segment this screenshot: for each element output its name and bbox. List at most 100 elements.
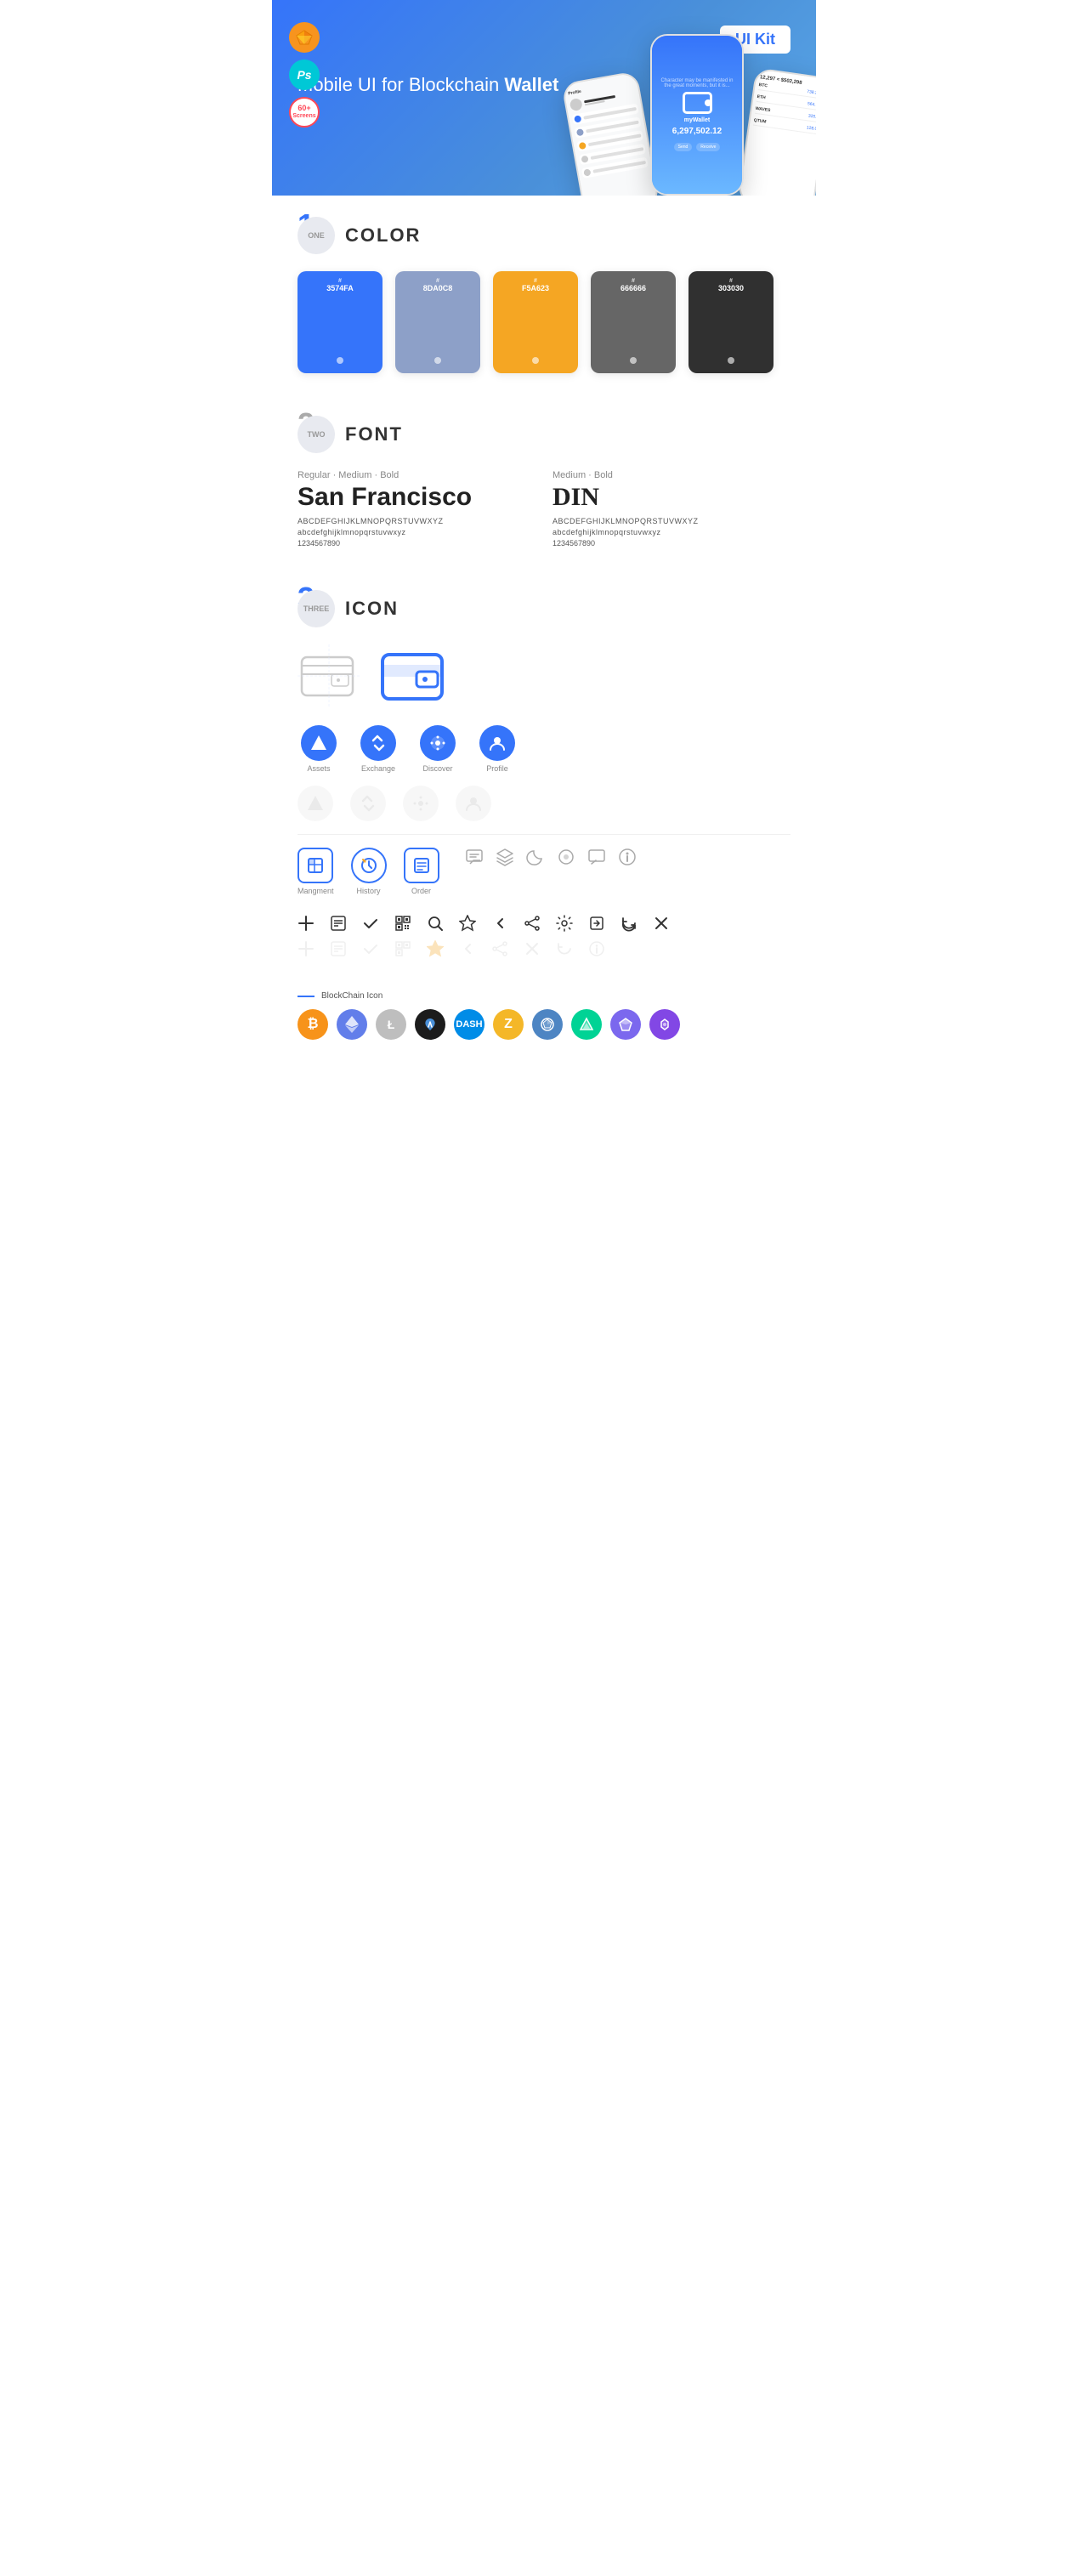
polygon-logo <box>649 1009 680 1040</box>
profile-label: Profile <box>486 764 508 773</box>
layers-icon <box>496 848 514 866</box>
black-coin-logo <box>415 1009 445 1040</box>
hero-badges: Ps 60+Screens <box>289 22 320 128</box>
chat2-icon <box>587 848 606 866</box>
assets-label: Assets <box>307 764 330 773</box>
zcash-logo: Z <box>493 1009 524 1040</box>
din-weights: Medium · Bold <box>552 470 790 480</box>
blockchain-line <box>298 996 314 997</box>
share-icon <box>524 915 541 932</box>
list-ghost-icon <box>330 940 347 957</box>
hero-section: UI Kit Mobile UI for Blockchain Wallet P… <box>272 0 816 196</box>
nav-icons-section: Assets Exchange <box>298 725 790 821</box>
phone-left: Profile <box>561 71 660 196</box>
color-swatch-grayblue: # 8DA0C8 <box>395 271 480 373</box>
wallet-icon-ghost <box>298 644 361 708</box>
wallet-icons <box>298 644 790 708</box>
tab-icon-order: Order <box>404 848 439 895</box>
profile-icon <box>479 725 515 761</box>
din-lowercase: abcdefghijklmnopqrstuvwxyz <box>552 528 790 536</box>
crypto-logos: ₿ Ł DASH Z <box>298 1009 790 1040</box>
profile-ghost-icon <box>456 786 491 821</box>
back-ghost-icon <box>459 940 476 957</box>
font-item-din: Medium · Bold DIN ABCDEFGHIJKLMNOPQRSTUV… <box>552 470 790 548</box>
din-name: DIN <box>552 485 790 510</box>
phone-center: Character may be manifested in the great… <box>650 34 744 196</box>
color-section-header: 1 ONE COLOR <box>298 217 790 254</box>
sketch-badge <box>289 22 320 53</box>
din-uppercase: ABCDEFGHIJKLMNOPQRSTUVWXYZ <box>552 517 790 525</box>
blockchain-label: BlockChain Icon <box>298 991 790 1001</box>
color-swatches: # 3574FA # 8DA0C8 # F5A623 # 666666 <box>298 271 790 373</box>
gear-icon <box>556 915 573 932</box>
bitcoin-logo: ₿ <box>298 1009 328 1040</box>
close-icon <box>653 915 670 932</box>
dash-logo: DASH <box>454 1009 484 1040</box>
info-icon <box>618 848 637 866</box>
color-section-title: COLOR <box>345 224 421 247</box>
wallet-icon-solid <box>378 644 450 708</box>
hero-phones: Profile Character may be manifested in t <box>570 34 816 196</box>
ethereum-logo <box>337 1009 367 1040</box>
icon-divider-1 <box>298 834 790 835</box>
nav-icons-ghost <box>298 786 790 821</box>
plus-ghost-icon <box>298 940 314 957</box>
color-swatch-blue: # 3574FA <box>298 271 382 373</box>
ps-badge: Ps <box>289 60 320 90</box>
font-grid: Regular · Medium · Bold San Francisco AB… <box>298 470 790 548</box>
export-icon <box>588 915 605 932</box>
circle-icon <box>557 848 575 866</box>
icon-item-assets: Assets <box>298 725 340 773</box>
chat-icon <box>465 848 484 866</box>
icon-section-title: ICON <box>345 598 399 620</box>
sf-name: San Francisco <box>298 485 536 510</box>
color-section-number: 1 ONE <box>298 217 335 254</box>
block-logo <box>532 1009 563 1040</box>
qr-ghost-icon <box>394 940 411 957</box>
icon-section-header: 3 THREE ICON <box>298 590 790 627</box>
history-label: History <box>357 887 381 895</box>
check-ghost-icon <box>362 940 379 957</box>
assets-ghost-icon <box>298 786 333 821</box>
history-icon <box>351 848 387 883</box>
assets-icon <box>301 725 337 761</box>
screens-badge: 60+Screens <box>289 97 320 128</box>
misc-action-icons-ghost <box>298 940 790 957</box>
qr-icon <box>394 915 411 932</box>
tab-icon-mangment: Mangment <box>298 848 334 895</box>
mangment-icon <box>298 848 333 883</box>
discover-ghost-icon <box>403 786 439 821</box>
sf-numbers: 1234567890 <box>298 539 536 548</box>
order-icon <box>404 848 439 883</box>
check-icon <box>362 915 379 932</box>
share-ghost-icon <box>491 940 508 957</box>
sf-weights: Regular · Medium · Bold <box>298 470 536 480</box>
phone-right: 12,297 ≈ $502,298 BTC738.2003 ETH564.912… <box>737 67 816 196</box>
search-icon <box>427 915 444 932</box>
icon-item-profile: Profile <box>476 725 518 773</box>
color-swatch-gray: # 666666 <box>591 271 676 373</box>
tab-icons-row: Mangment History <box>298 848 790 895</box>
color-swatch-dark: # 303030 <box>688 271 774 373</box>
order-label: Order <box>411 887 431 895</box>
font-section-header: 2 TWO FONT <box>298 416 790 453</box>
font-section-title: FONT <box>345 423 403 445</box>
refresh-ghost-icon <box>556 940 573 957</box>
icon-item-exchange: Exchange <box>357 725 400 773</box>
refresh-icon <box>620 915 638 932</box>
cross-ghost-icon <box>524 940 541 957</box>
color-swatch-orange: # F5A623 <box>493 271 578 373</box>
info-ghost-icon <box>588 940 605 957</box>
font-section: 2 TWO FONT Regular · Medium · Bold San F… <box>272 394 816 569</box>
diamond-logo <box>610 1009 641 1040</box>
tab-icon-history: History <box>351 848 387 895</box>
icon-section-number: 3 THREE <box>298 590 335 627</box>
litecoin-logo: Ł <box>376 1009 406 1040</box>
list-edit-icon <box>330 915 347 932</box>
back-arrow-icon <box>491 915 508 932</box>
misc-action-icons <box>298 915 790 932</box>
discover-icon <box>420 725 456 761</box>
star-icon <box>459 915 476 932</box>
nav-icons-active: Assets Exchange <box>298 725 790 773</box>
moon-icon <box>526 848 545 866</box>
